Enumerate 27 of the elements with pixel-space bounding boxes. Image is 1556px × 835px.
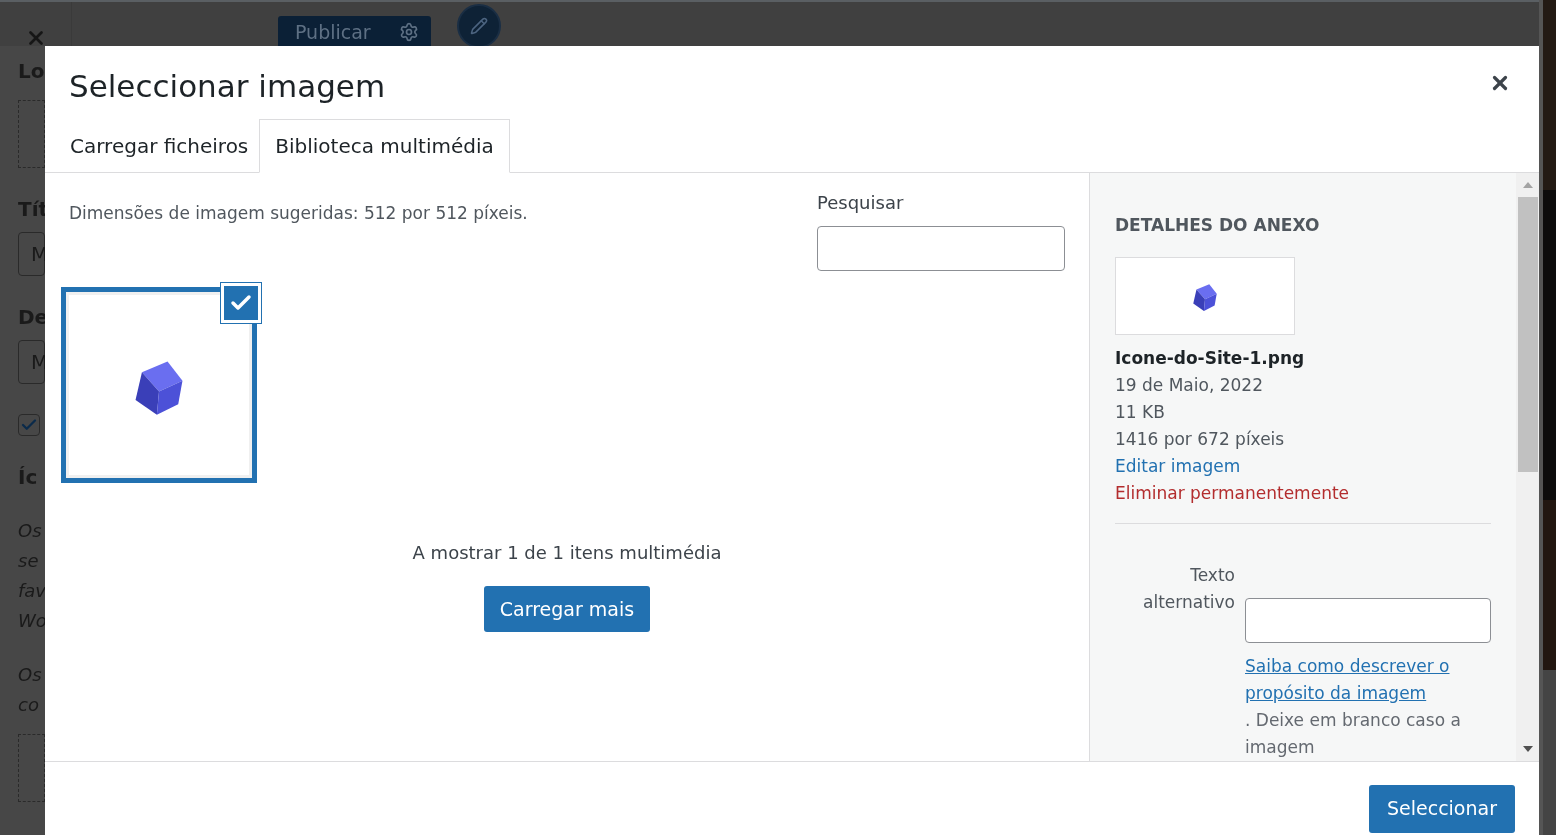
image-dimensions: 1416 por 672 píxeis xyxy=(1115,428,1286,451)
check-icon[interactable] xyxy=(221,283,261,323)
tab[interactable]: Biblioteca multimédia xyxy=(259,119,510,173)
select-button[interactable]: Seleccionar xyxy=(1369,784,1515,833)
help-text: . Deixe em branco caso a imagem xyxy=(1245,710,1461,757)
media-count: A mostrar 1 de 1 itens multimédia xyxy=(412,541,722,565)
help-link[interactable]: Saiba como descrever o propósito da imagem xyxy=(1245,653,1491,707)
scrollbar[interactable] xyxy=(1516,173,1539,761)
tab[interactable]: Carregar ficheiros xyxy=(59,119,260,172)
search-label: Pesquisar xyxy=(817,191,905,215)
pencil-icon xyxy=(469,17,488,35)
alt-text-field[interactable] xyxy=(1245,598,1491,643)
load-more-button[interactable]: Carregar mais xyxy=(483,586,651,632)
upload-date: 19 de Maio, 2022 xyxy=(1115,374,1264,397)
edit-button[interactable] xyxy=(456,4,501,48)
edit-image-link[interactable]: Editar imagem xyxy=(1115,453,1241,480)
file-size: 11 KB xyxy=(1115,401,1166,424)
details-heading: DETALHES DO ANEXO xyxy=(1115,214,1321,237)
file-name: Icone-do-Site-1.png xyxy=(1115,347,1306,370)
search-field[interactable] xyxy=(817,226,1065,271)
settings-icon xyxy=(398,22,419,42)
delete-link[interactable]: Eliminar permanentemente xyxy=(1115,480,1350,507)
notice-text: Dimensões de imagem sugeridas: 512 por 512 píxeis. xyxy=(69,202,528,225)
alt-text-label: Texto alternativo xyxy=(1142,564,1235,614)
dialog-title: Seleccionar imagem xyxy=(69,66,386,106)
publish-button[interactable]: Publicar xyxy=(278,16,431,48)
checkbox[interactable] xyxy=(18,414,40,436)
